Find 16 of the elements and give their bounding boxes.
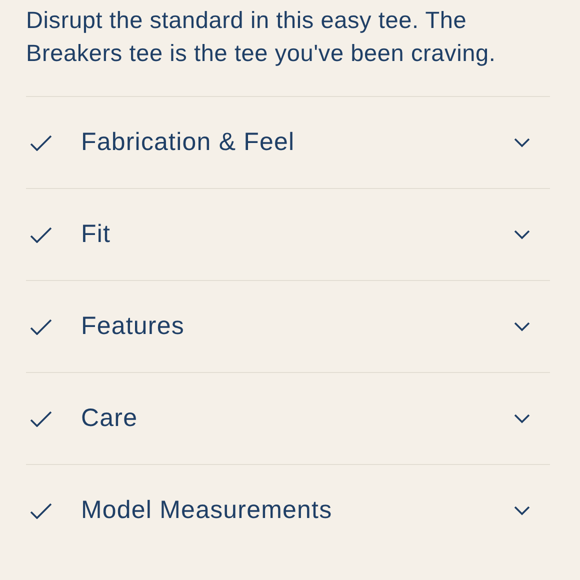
chevron-icon [514,506,530,516]
product-description: Disrupt the standard in this easy tee. The Breakers tee is the tee you've been craving. [26,6,497,68]
accordion-item[interactable]: Features [26,280,550,372]
checkmark-icon [30,410,52,426]
checkmark-icon [30,502,52,518]
accordion-item[interactable]: Care [26,372,550,464]
chevron-icon [514,138,530,148]
checkmark-icon [30,226,52,242]
checkmark-icon [30,134,52,150]
accordion-item[interactable]: Fit [26,188,550,280]
accordion-item[interactable]: Model Measurements [26,464,550,556]
accordion-item[interactable]: Fabrication & Feel [26,96,550,188]
chevron-icon [514,230,530,240]
chevron-icon [514,414,530,424]
chevron-icon [514,322,530,332]
checkmark-icon [30,318,52,334]
